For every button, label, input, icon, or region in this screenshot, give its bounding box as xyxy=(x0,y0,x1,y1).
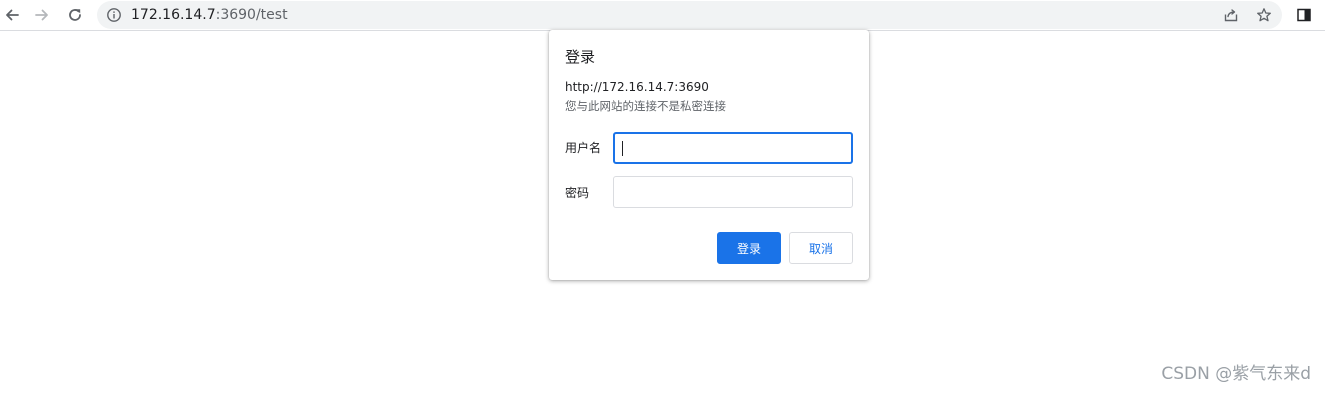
login-button[interactable]: 登录 xyxy=(717,232,781,264)
dialog-title: 登录 xyxy=(565,48,596,66)
address-path: :3690/test xyxy=(215,7,288,23)
arrow-left-icon xyxy=(6,9,19,21)
login-dialog: 登录 http://172.16.14.7:3690 您与此网站的连接不是私密连… xyxy=(549,30,869,280)
back-button[interactable] xyxy=(0,3,24,27)
side-panel-button[interactable] xyxy=(1292,3,1316,27)
address-bar[interactable]: 172.16.14.7:3690/test xyxy=(97,1,1282,29)
info-icon[interactable] xyxy=(106,7,122,23)
text-caret xyxy=(622,141,623,156)
share-icon xyxy=(1224,9,1238,22)
dialog-origin: http://172.16.14.7:3690 xyxy=(565,80,709,94)
reload-icon xyxy=(69,9,81,21)
arrow-right-icon xyxy=(35,9,48,21)
address-text[interactable]: 172.16.14.7:3690/test xyxy=(131,6,288,24)
share-button[interactable] xyxy=(1222,6,1240,24)
forward-button[interactable] xyxy=(30,3,54,27)
star-icon xyxy=(1257,8,1271,22)
cancel-button[interactable]: 取消 xyxy=(789,232,853,264)
username-field[interactable] xyxy=(613,132,853,164)
watermark: CSDN @紫气东来d xyxy=(1161,364,1311,384)
side-panel-icon xyxy=(1297,8,1311,22)
reload-button[interactable] xyxy=(63,3,87,27)
password-field[interactable] xyxy=(613,176,853,208)
password-label: 密码 xyxy=(565,186,590,200)
bookmark-button[interactable] xyxy=(1255,6,1273,24)
dialog-warning: 您与此网站的连接不是私密连接 xyxy=(565,99,726,113)
browser-toolbar: 172.16.14.7:3690/test xyxy=(0,0,1325,31)
address-host: 172.16.14.7 xyxy=(131,7,216,23)
username-label: 用户名 xyxy=(565,141,602,155)
